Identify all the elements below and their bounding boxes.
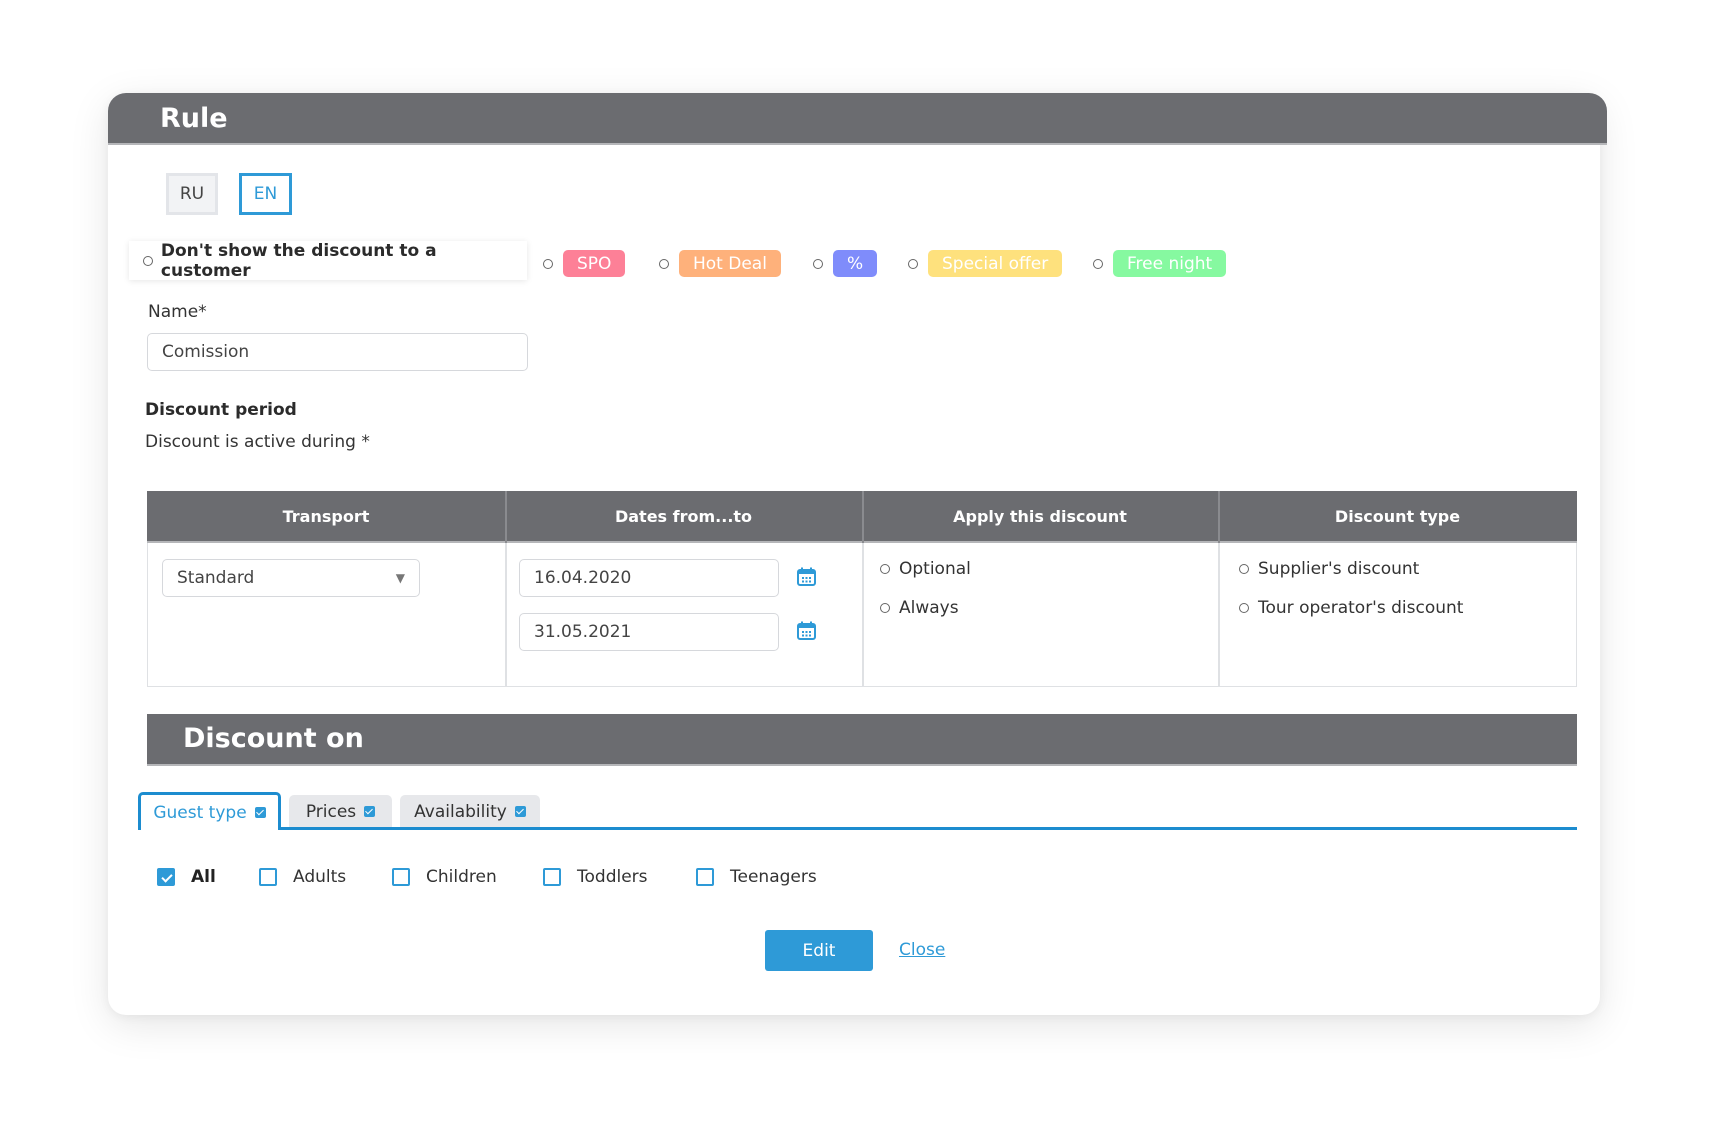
tag-option-percent[interactable]: %	[813, 250, 878, 277]
guest-type-adults[interactable]: Adults	[259, 867, 346, 887]
tab-guest-type[interactable]: Guest type	[138, 792, 281, 830]
date-from-value: 16.04.2020	[534, 568, 632, 588]
dialog-header	[108, 93, 1607, 145]
date-to-value: 31.05.2021	[534, 622, 632, 642]
discount-period-subheading: Discount is active during *	[145, 432, 370, 452]
header-divider	[1218, 491, 1220, 543]
language-en-button[interactable]: EN	[239, 173, 292, 215]
type-option-tour-operator[interactable]: Tour operator's discount	[1239, 598, 1463, 618]
checkbox-icon[interactable]	[696, 868, 714, 886]
tag-hot-deal: Hot Deal	[679, 250, 781, 277]
date-from-input[interactable]: 16.04.2020	[519, 559, 779, 597]
guest-type-toddlers[interactable]: Toddlers	[543, 867, 648, 887]
radio-icon[interactable]	[543, 258, 553, 269]
option-label: Always	[899, 598, 959, 618]
edit-button[interactable]: Edit	[765, 930, 873, 971]
checkbox-label: All	[191, 867, 216, 887]
checkbox-label: Adults	[293, 867, 347, 887]
column-header-apply: Apply this discount	[953, 506, 1127, 526]
option-label: Tour operator's discount	[1258, 598, 1464, 618]
hide-discount-label: Don't show the discount to a customer	[160, 240, 437, 281]
radio-icon[interactable]	[880, 564, 890, 574]
chevron-down-icon: ▼	[395, 571, 405, 585]
tag-percent: %	[833, 250, 878, 277]
tab-label: Availability	[414, 801, 507, 822]
checkbox-icon[interactable]	[392, 868, 410, 886]
close-link[interactable]: Close	[899, 940, 945, 960]
name-input[interactable]	[147, 333, 528, 371]
option-label: Supplier's discount	[1258, 559, 1420, 579]
discount-period-heading: Discount period	[145, 400, 297, 420]
tag-option-special-offer[interactable]: Special offer	[908, 250, 1063, 277]
checkbox-label: Children	[426, 867, 497, 887]
checkbox-checked-icon	[364, 806, 376, 817]
column-header-discount-type: Discount type	[1334, 506, 1461, 526]
radio-icon[interactable]	[143, 255, 153, 266]
apply-option-optional[interactable]: Optional	[880, 559, 971, 579]
name-label: Name*	[148, 302, 207, 322]
discount-on-title: Discount on	[183, 723, 364, 754]
apply-option-always[interactable]: Always	[880, 598, 959, 618]
checkbox-icon[interactable]	[543, 868, 561, 886]
tab-availability[interactable]: Availability	[400, 795, 540, 828]
type-option-supplier[interactable]: Supplier's discount	[1239, 559, 1419, 579]
calendar-icon[interactable]	[797, 621, 816, 640]
dialog-title: Rule	[160, 103, 228, 134]
tab-label: Prices	[305, 801, 357, 822]
checkbox-checked-icon	[254, 807, 266, 818]
guest-type-all[interactable]: All	[157, 867, 216, 887]
guest-type-children[interactable]: Children	[392, 867, 497, 887]
radio-icon[interactable]	[1093, 258, 1103, 269]
checkbox-icon[interactable]	[259, 868, 277, 886]
transport-select[interactable]: Standard ▼	[162, 559, 420, 597]
radio-icon[interactable]	[880, 603, 890, 613]
language-ru-button[interactable]: RU	[166, 173, 218, 215]
tag-option-free-night[interactable]: Free night	[1093, 250, 1227, 277]
checkbox-checked-icon[interactable]	[157, 868, 175, 886]
header-divider	[505, 491, 507, 543]
tab-label: Guest type	[153, 802, 247, 823]
checkbox-label: Teenagers	[730, 867, 817, 887]
tag-spo: SPO	[563, 250, 626, 277]
guest-type-teenagers[interactable]: Teenagers	[696, 867, 817, 887]
column-header-transport: Transport	[282, 506, 370, 526]
radio-icon[interactable]	[659, 258, 669, 269]
checkbox-checked-icon	[514, 806, 526, 817]
checkbox-label: Toddlers	[577, 867, 648, 887]
tag-option-hot-deal[interactable]: Hot Deal	[659, 250, 781, 277]
tag-option-spo[interactable]: SPO	[543, 250, 626, 277]
option-label: Optional	[899, 559, 971, 579]
header-divider	[862, 491, 864, 543]
radio-icon[interactable]	[813, 258, 823, 269]
calendar-icon[interactable]	[797, 567, 816, 586]
radio-icon[interactable]	[908, 258, 918, 269]
date-to-input[interactable]: 31.05.2021	[519, 613, 779, 651]
tag-free-night: Free night	[1113, 250, 1227, 277]
radio-icon[interactable]	[1239, 564, 1249, 574]
tag-special-offer: Special offer	[928, 250, 1063, 277]
transport-select-value: Standard	[177, 568, 255, 588]
hide-discount-option[interactable]: Don't show the discount to a customer	[129, 240, 527, 281]
tab-prices[interactable]: Prices	[289, 795, 392, 828]
radio-icon[interactable]	[1239, 603, 1249, 613]
tab-underline	[138, 827, 1577, 830]
column-header-dates: Dates from...to	[614, 506, 753, 526]
